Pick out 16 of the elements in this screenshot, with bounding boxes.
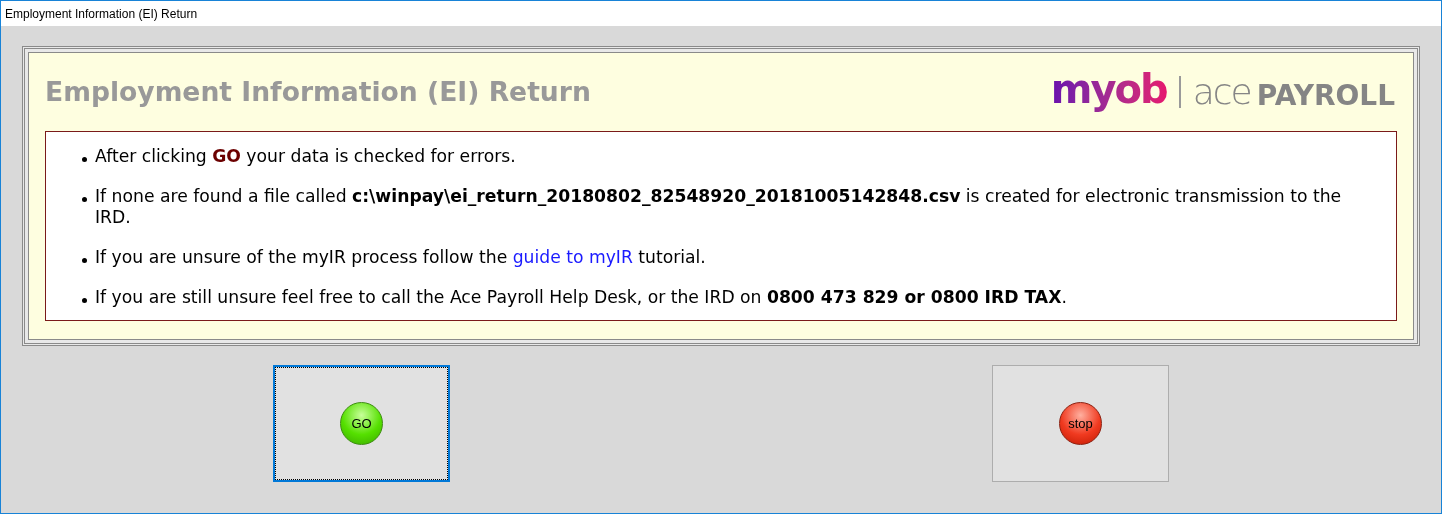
bullet-icon — [82, 197, 87, 202]
bullet-icon — [82, 258, 87, 263]
stop-button[interactable]: stop — [992, 365, 1169, 482]
go-button[interactable]: GO — [273, 365, 450, 482]
product-name: ace — [1192, 74, 1251, 110]
instruction-text: If none are found a file called c:\winpay\ei_return_20180802_82548920_20181005142848.csv is created for electronic transmission to the IRD. — [95, 186, 1343, 228]
instruction-text: After clicking GO your data is checked for errors. — [95, 146, 516, 167]
instruction-text: If you are still unsure feel free to call the Ace Payroll Help Desk, or the IRD on 0800 473 829 or 0800 IRD TAX. — [95, 287, 1067, 308]
logo-divider — [1178, 76, 1181, 108]
window-title: Employment Information (EI) Return — [5, 5, 198, 23]
product-name: PAYROLL — [1256, 82, 1395, 110]
tutorial-link[interactable]: guide to myIR — [512, 247, 633, 267]
bullet-icon — [82, 157, 87, 162]
instruction-text: If you are unsure of the myIR process follow the guide to myIR tutorial. — [95, 247, 706, 268]
bullet-icon — [82, 298, 87, 303]
page-heading: Employment Information (EI) Return — [45, 75, 591, 110]
